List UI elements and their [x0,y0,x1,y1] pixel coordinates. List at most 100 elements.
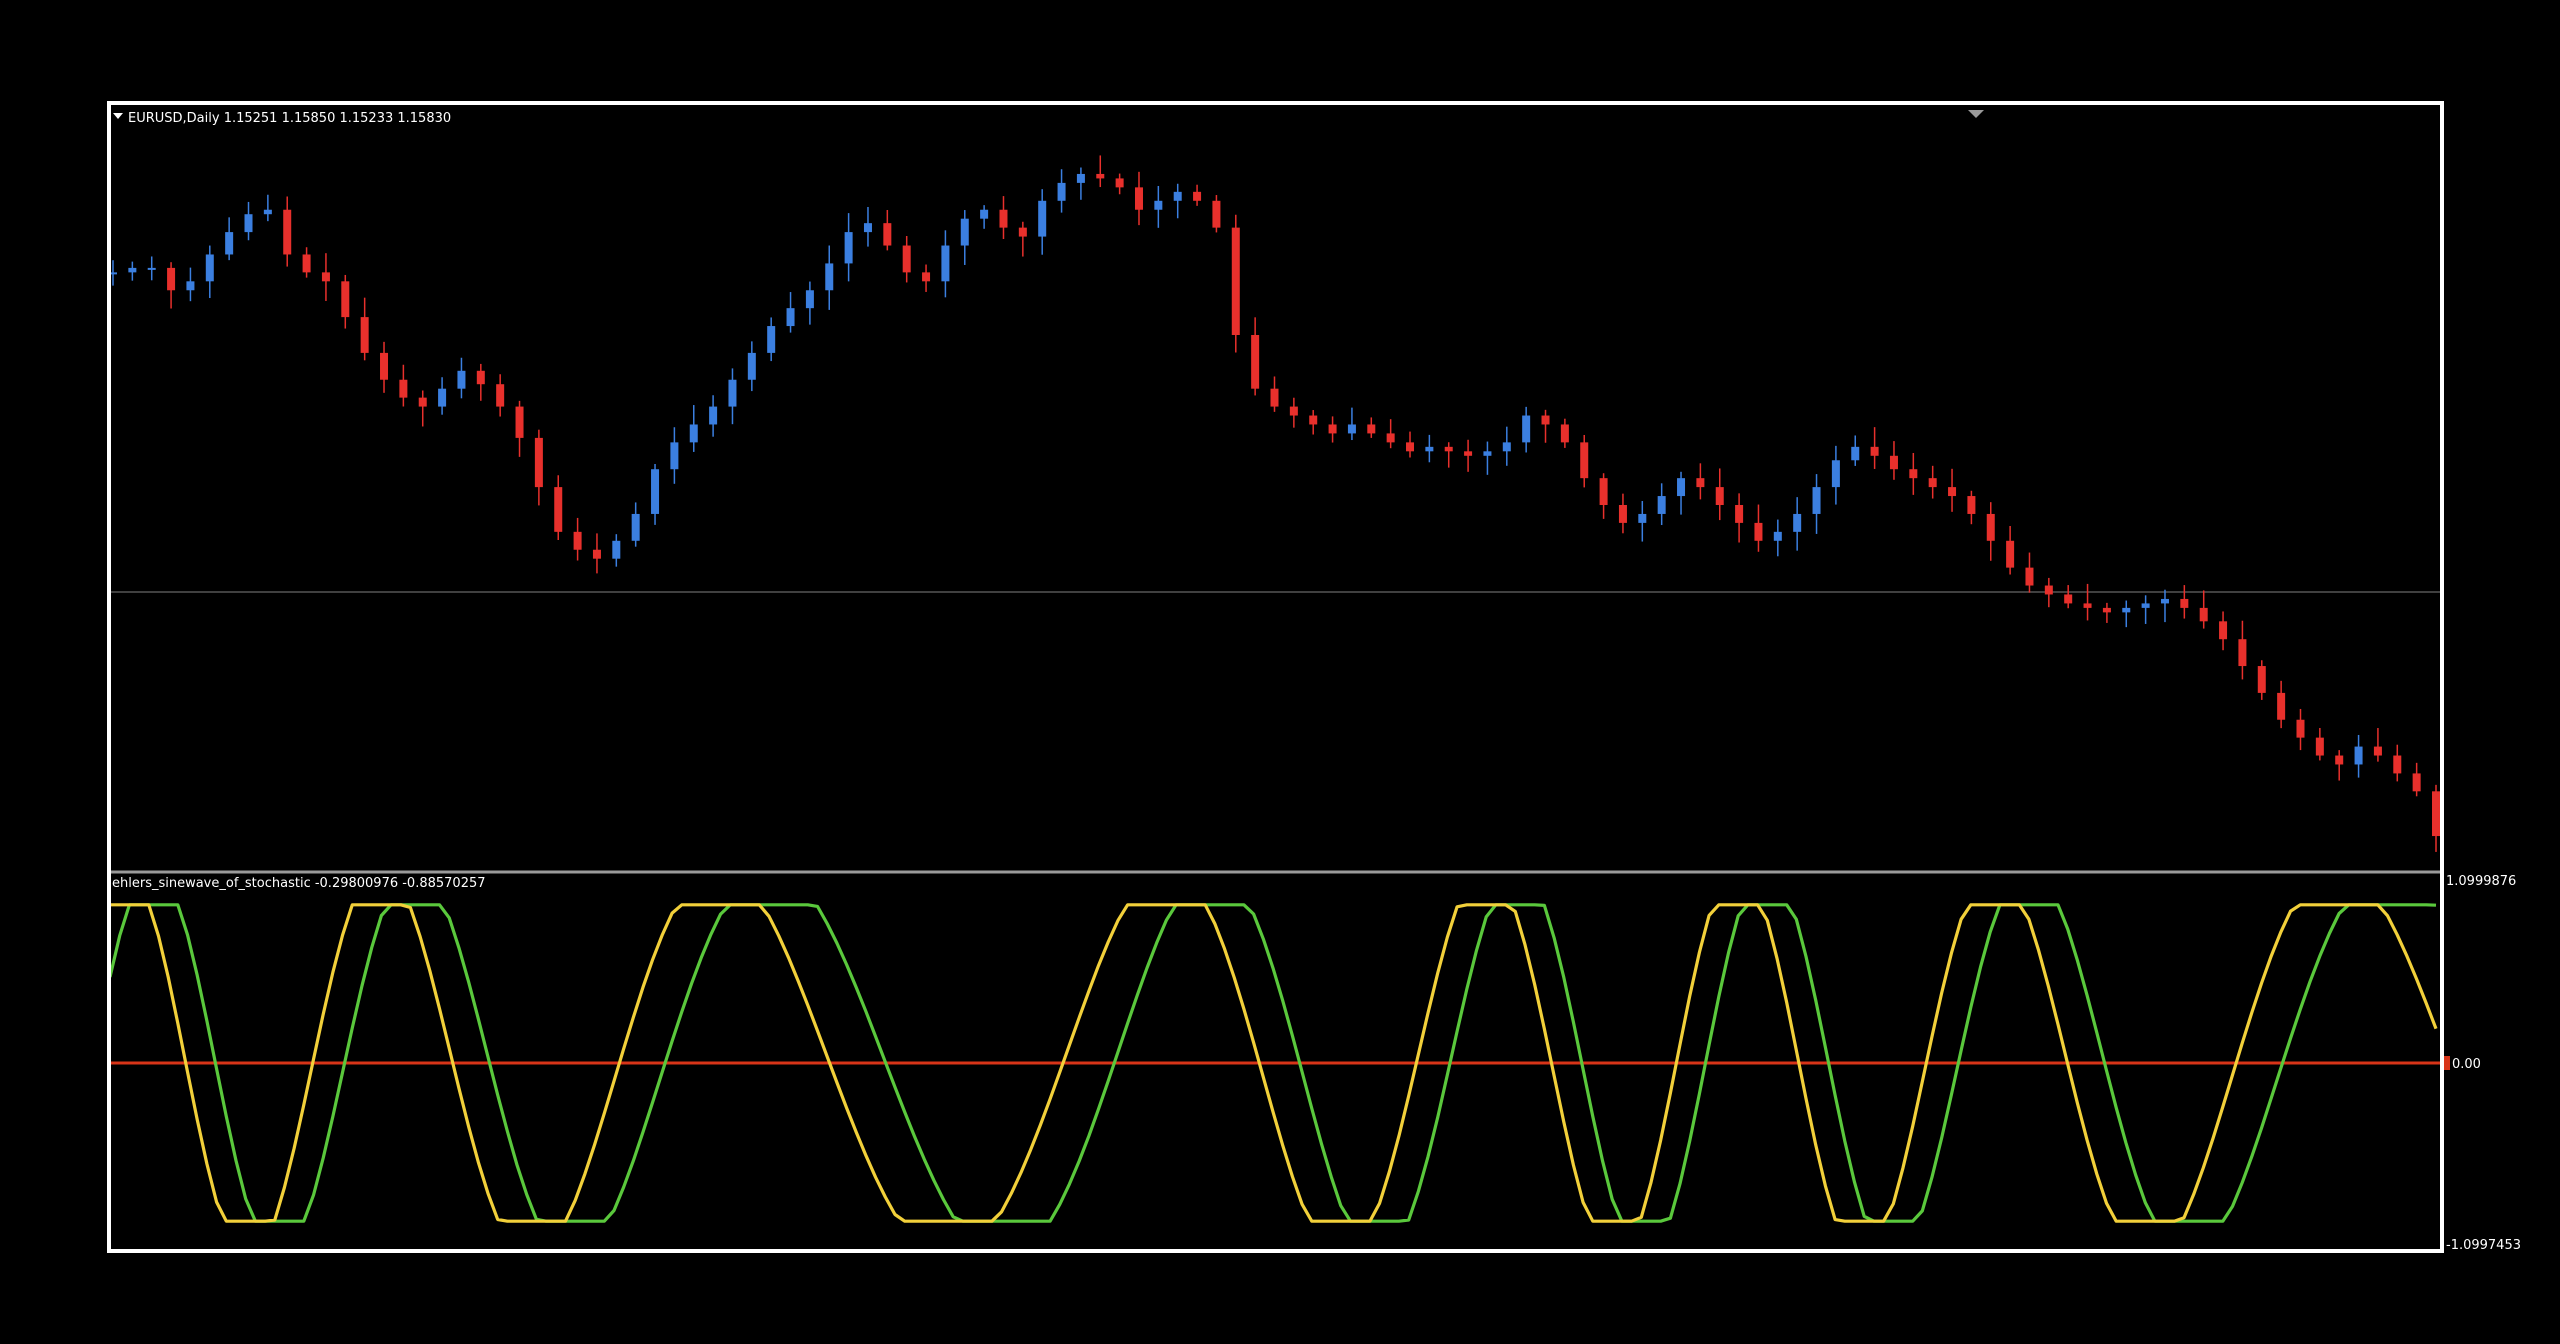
candle-body [2199,607,2208,622]
candle-body [1386,433,1395,443]
candle-body [1251,335,1260,389]
candle-body [1038,200,1047,237]
candle-body [2277,692,2286,720]
candle-body [2064,594,2073,604]
background [0,0,2560,1344]
candle-body [321,272,330,282]
candle-body [2102,607,2111,613]
candle-body [863,223,872,233]
candle-body [1638,513,1647,523]
candle-body [2412,773,2421,792]
candle-body [1696,478,1705,488]
candle-body [1444,446,1453,452]
candle-body [1967,496,1976,514]
indicator-title: ehlers_sinewave_of_stochastic -0.2980097… [112,876,486,891]
candle-body [380,352,389,380]
candle-body [534,437,543,488]
candle-body [1154,200,1163,210]
candle-body [1270,388,1279,407]
candle-body [902,245,911,273]
candle-body [1231,227,1240,335]
candle-body [1212,200,1221,228]
candle-body [1909,469,1918,479]
candle-body [1076,173,1085,183]
candle-body [1928,478,1937,488]
candle-body [805,290,814,309]
candle-body [1793,513,1802,532]
candle-body [825,263,834,291]
candle-body [496,384,505,407]
candle-body [1618,505,1627,523]
candle-body [999,209,1008,228]
candle-body [960,218,969,246]
candle-body [1115,178,1124,188]
scale-top-label: 1.0999876 [2446,874,2516,889]
scale-bottom-label: -1.0997453 [2446,1238,2521,1253]
candle-body [476,370,485,385]
candle-body [418,397,427,407]
candle-body [1347,424,1356,434]
candle-body [670,442,679,470]
candle-body [689,424,698,443]
candle-body [360,317,369,353]
candle-body [2432,791,2440,837]
candle-body [167,267,176,291]
candle-body [2083,603,2092,608]
candle-body [147,267,156,270]
candle-body [186,281,195,291]
candle-body [1173,191,1182,201]
candle-body [2373,746,2382,756]
candle-body [728,379,737,407]
candle-body [1328,424,1337,434]
candle-body [2141,603,2150,608]
candle-body [2025,567,2034,586]
candle-body [1464,451,1473,456]
candle-body [573,531,582,550]
candle-body [554,487,563,532]
candle-body [1406,442,1415,452]
candle-body [2393,755,2402,774]
candle-body [1889,455,1898,470]
candle-body [399,379,408,398]
candle-body [1096,173,1105,179]
candle-body [747,352,756,380]
candle-body [1773,531,1782,541]
candle-body [1715,487,1724,505]
candle-body [1580,442,1589,479]
candle-body [1309,415,1318,425]
candle-body [2296,719,2305,738]
candle-body [1831,460,1840,488]
candle-body [786,308,795,327]
candle-body [1870,446,1879,456]
candle-body [341,281,350,318]
candle-body [1193,191,1202,201]
scale-zero-label: 0.00 [2452,1057,2481,1072]
candle-body [2238,639,2247,667]
candle-body [631,513,640,541]
candle-body [1812,487,1821,514]
candle-body [1522,415,1531,443]
candle-body [225,232,234,255]
candle-body [612,540,621,559]
candle-body [1483,451,1492,456]
candle-body [1851,446,1860,461]
candle-body [438,388,447,407]
candle-body [2219,621,2228,640]
candle-body [2335,755,2344,765]
candle-body [709,406,718,425]
candle-body [1425,446,1434,452]
candle-body [2006,540,2015,568]
chart-canvas: EURUSD,Daily 1.15251 1.15850 1.15233 1.1… [0,0,2560,1344]
zero-marker [2444,1056,2450,1070]
candle-body [244,214,253,233]
candle-body [302,254,311,273]
candle-body [2180,598,2189,608]
candle-body [1677,478,1686,497]
candle-body [767,326,776,353]
candle-body [2354,746,2363,765]
candle-body [883,223,892,246]
candle-body [1502,442,1511,452]
candle-body [1018,227,1027,237]
candle-body [1367,424,1376,434]
candle-body [128,267,137,273]
